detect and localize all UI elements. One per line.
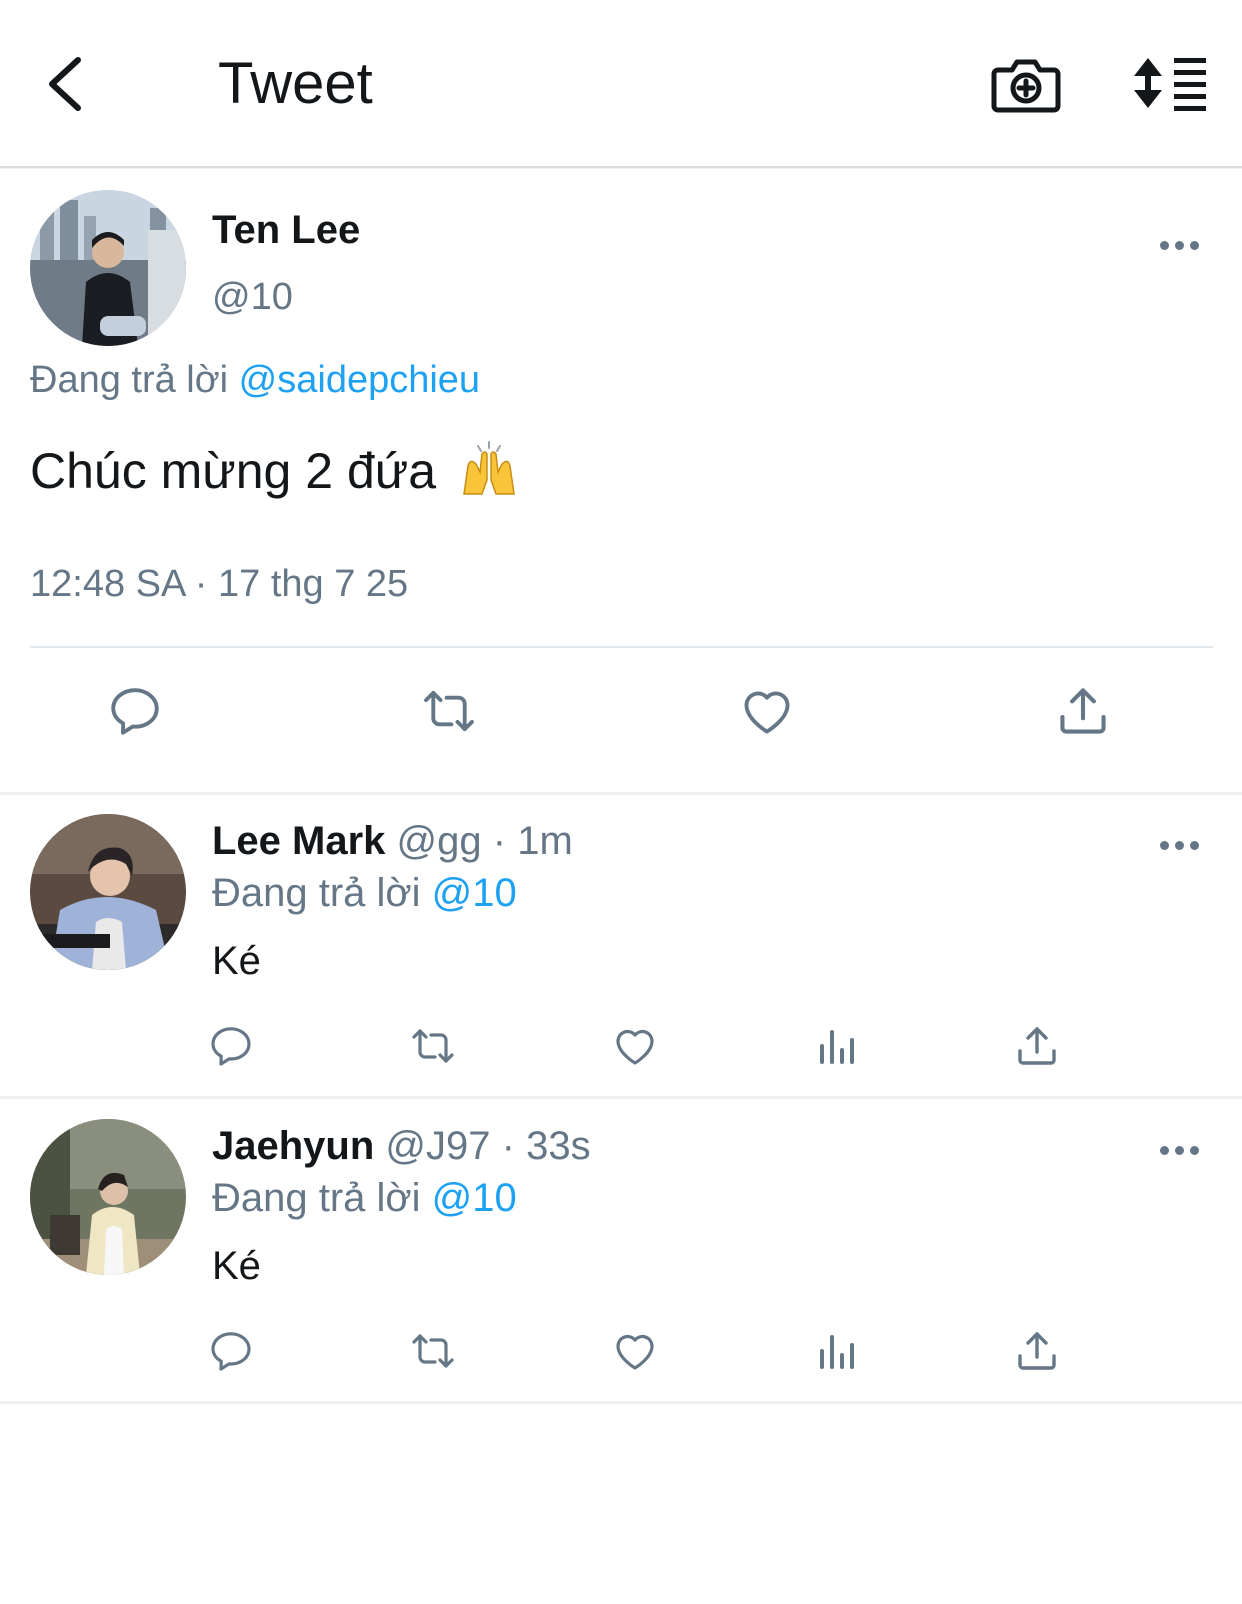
like-button[interactable]: [610, 1327, 660, 1375]
raising-hands-emoji: [463, 441, 515, 495]
like-button[interactable]: [610, 1022, 660, 1070]
replying-to-line: Đang trả lời @10: [212, 1173, 517, 1223]
like-icon: [610, 1022, 660, 1070]
reply-button[interactable]: [104, 682, 166, 740]
page-title: Tweet: [218, 51, 373, 116]
chevron-left-icon: [49, 57, 81, 111]
more-options-button[interactable]: [1158, 236, 1204, 256]
dot-icon: [1175, 841, 1184, 850]
main-tweet: Ten Lee @10 Đang trả lời @saidepchieu Ch…: [0, 168, 1242, 795]
share-button[interactable]: [1052, 682, 1114, 740]
dot-icon: [1190, 1146, 1199, 1155]
replying-label: Đang trả lời: [212, 871, 421, 915]
reply-time: 1m: [517, 819, 573, 863]
camera-button[interactable]: [990, 48, 1062, 120]
separator: ·: [501, 1124, 515, 1168]
sort-button[interactable]: [1130, 52, 1210, 116]
reply-time: 33s: [526, 1124, 591, 1168]
separator: ·: [492, 819, 507, 863]
back-button[interactable]: [40, 52, 100, 116]
camera-add-icon: [991, 59, 1061, 113]
user-handle[interactable]: @10: [212, 274, 293, 320]
share-icon: [1052, 682, 1114, 740]
dot-icon: [1190, 241, 1199, 250]
share-icon: [1012, 1022, 1062, 1070]
replying-to-mention[interactable]: @saidepchieu: [239, 359, 480, 401]
reply-icon: [206, 1327, 256, 1375]
tweet-text: Chúc mừng 2 đứa: [30, 440, 518, 502]
replying-to-line: Đang trả lời @10: [212, 868, 517, 918]
reply-tweet[interactable]: Jaehyun @J97 · 33s Đang trả lời @10 Ké: [0, 1099, 1242, 1404]
replying-label: Đang trả lời: [30, 359, 229, 401]
retweet-button[interactable]: [408, 1022, 458, 1070]
user-handle[interactable]: @J97: [385, 1124, 490, 1168]
replying-to-mention[interactable]: @10: [432, 871, 517, 915]
like-icon: [610, 1327, 660, 1375]
retweet-button[interactable]: [418, 682, 480, 740]
share-button[interactable]: [1012, 1327, 1062, 1375]
reply-button[interactable]: [206, 1327, 256, 1375]
replying-label: Đang trả lời: [212, 1176, 421, 1220]
analytics-button[interactable]: [812, 1327, 862, 1375]
dot-icon: [1175, 241, 1184, 250]
top-bar: Tweet: [0, 0, 1242, 168]
tweet-text-content: Chúc mừng 2 đứa: [30, 443, 437, 499]
like-icon: [736, 682, 798, 740]
sort-list-icon: [1134, 58, 1206, 111]
more-options-button[interactable]: [1158, 836, 1204, 856]
reply-icon: [104, 682, 166, 740]
dot-icon: [1160, 841, 1169, 850]
avatar[interactable]: [30, 190, 186, 346]
tweet-text: Ké: [212, 939, 261, 983]
dot-icon: [1175, 1146, 1184, 1155]
reply-header: Jaehyun @J97 · 33s: [212, 1121, 591, 1171]
tweet-timestamp: 12:48 SA · 17 thg 7 25: [30, 563, 409, 605]
user-name[interactable]: Lee Mark: [212, 819, 385, 863]
avatar[interactable]: [30, 1119, 186, 1275]
analytics-icon: [812, 1022, 862, 1070]
analytics-icon: [812, 1327, 862, 1375]
share-button[interactable]: [1012, 1022, 1062, 1070]
retweet-icon: [418, 682, 480, 740]
reply-header: Lee Mark @gg · 1m: [212, 816, 573, 866]
dot-icon: [1190, 841, 1199, 850]
reply-icon: [206, 1022, 256, 1070]
retweet-button[interactable]: [408, 1327, 458, 1375]
tweet-text: Ké: [212, 1244, 261, 1288]
retweet-icon: [408, 1022, 458, 1070]
divider: [30, 646, 1213, 648]
analytics-button[interactable]: [812, 1022, 862, 1070]
user-name[interactable]: Jaehyun: [212, 1124, 374, 1168]
more-options-button[interactable]: [1158, 1141, 1204, 1161]
user-handle[interactable]: @gg: [397, 819, 482, 863]
dot-icon: [1160, 241, 1169, 250]
user-name[interactable]: Ten Lee: [212, 206, 360, 254]
retweet-icon: [408, 1327, 458, 1375]
reply-tweet[interactable]: Lee Mark @gg · 1m Đang trả lời @10 Ké: [0, 794, 1242, 1099]
replying-to-mention[interactable]: @10: [432, 1176, 517, 1220]
share-icon: [1012, 1327, 1062, 1375]
dot-icon: [1160, 1146, 1169, 1155]
replying-to-line: Đang trả lời @saidepchieu: [30, 356, 480, 404]
avatar[interactable]: [30, 814, 186, 970]
like-button[interactable]: [736, 682, 798, 740]
reply-button[interactable]: [206, 1022, 256, 1070]
